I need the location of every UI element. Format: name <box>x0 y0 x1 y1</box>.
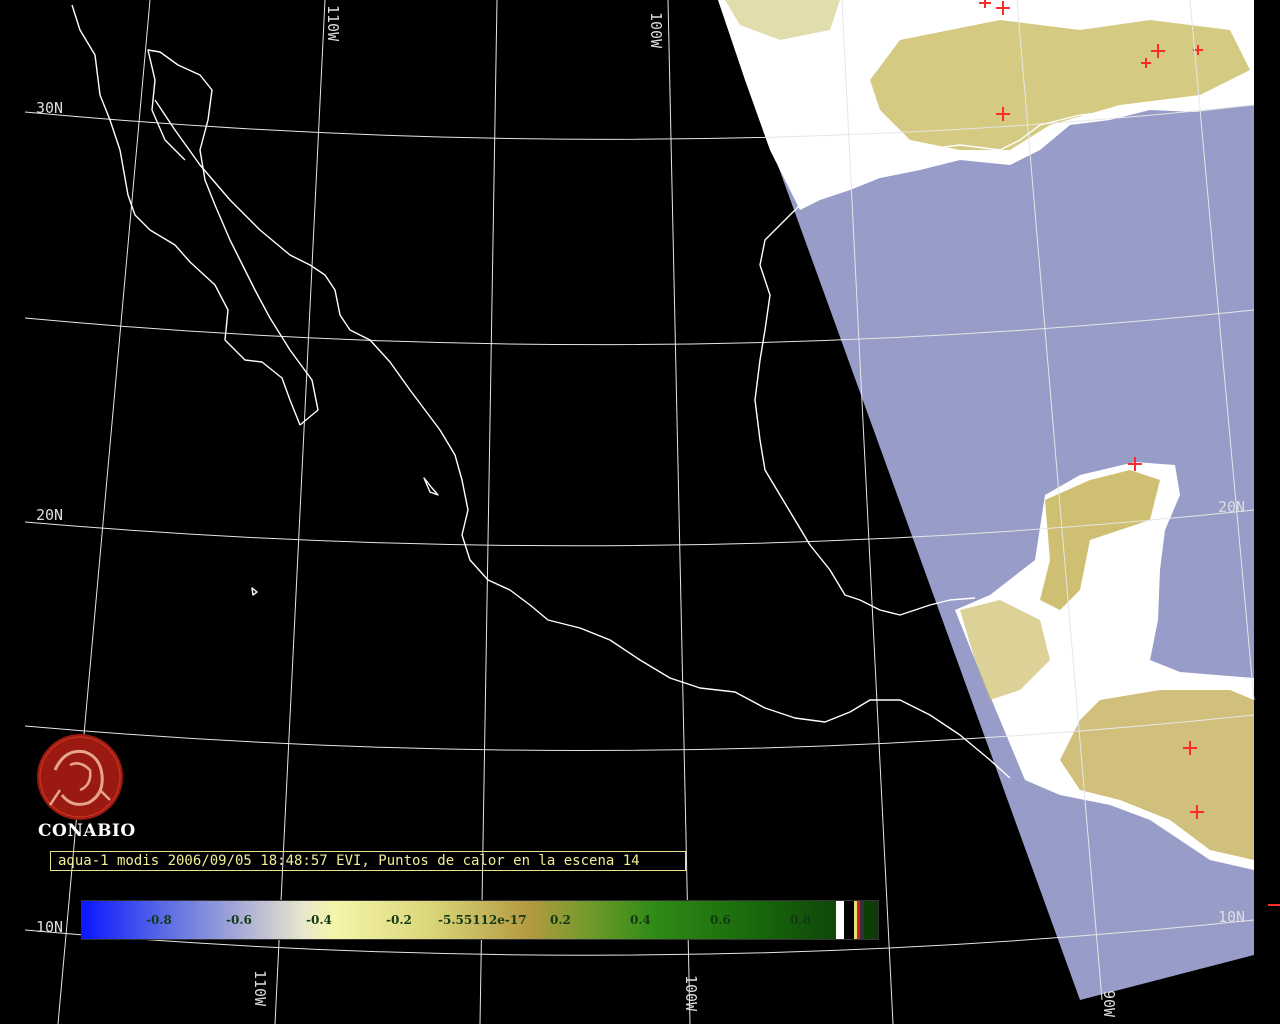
coast-island <box>423 477 439 496</box>
logo-text: CONABIO <box>38 821 136 841</box>
colorbar-tick: 0.4 <box>630 913 651 927</box>
lat-label-30n: 30N <box>36 99 63 117</box>
colorbar-tick: -0.4 <box>306 913 332 927</box>
colorbar-tick: -5.55112e-17 <box>438 913 527 927</box>
colorbar-tick: 0.2 <box>550 913 571 927</box>
colorbar-tick: -0.2 <box>386 913 412 927</box>
colorbar-swatch-dark <box>860 901 864 939</box>
evi-colorbar: -0.8 -0.6 -0.4 -0.2 -5.55112e-17 0.2 0.4… <box>81 900 879 940</box>
scene-caption: aqua-1 modis 2006/09/05 18:48:57 EVI, Pu… <box>50 851 686 871</box>
lon-label-100w-top: 100W <box>647 12 665 49</box>
lon-label-90w-bottom: 90W <box>1100 990 1118 1018</box>
colorbar-tick: -0.6 <box>226 913 252 927</box>
colorbar-swatch-black <box>844 901 854 939</box>
conabio-logo <box>37 734 123 820</box>
lat-label-20n: 20N <box>36 506 63 524</box>
lat-label-10n-right: 10N <box>1218 908 1245 926</box>
colorbar-tick: 0.8 <box>790 913 811 927</box>
coast-baja-east <box>147 49 319 426</box>
colorbar-tick: 0.6 <box>710 913 731 927</box>
colorbar-tick: -0.8 <box>146 913 172 927</box>
lon-label-100w-bottom: 100W <box>682 975 700 1012</box>
lat-label-10n: 10N <box>36 918 63 936</box>
lat-label-20n-right: 20N <box>1218 498 1245 516</box>
colorbar-swatch-white <box>836 901 844 939</box>
lon-label-110w-bottom: 110W <box>251 970 269 1007</box>
lon-label-110w-top: 110W <box>324 5 342 42</box>
coast-island <box>251 587 258 596</box>
